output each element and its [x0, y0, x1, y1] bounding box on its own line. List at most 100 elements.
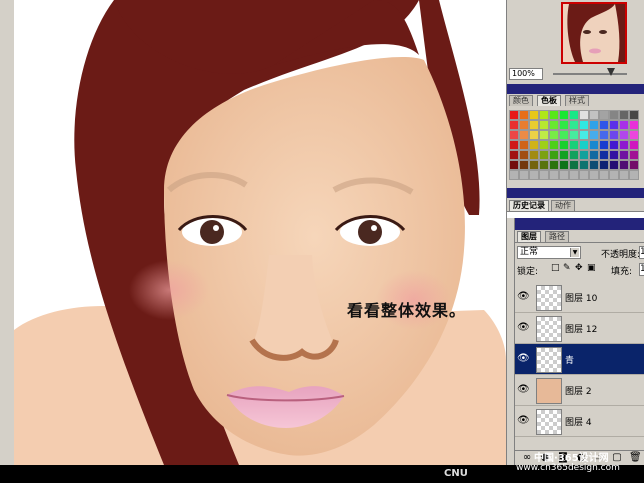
color-swatch[interactable] — [619, 120, 629, 130]
color-swatch[interactable] — [559, 140, 569, 150]
artboard[interactable]: 看看整体效果。 — [14, 0, 506, 465]
color-swatch[interactable] — [519, 160, 529, 170]
tab-styles[interactable]: 样式 — [565, 95, 589, 106]
color-swatch[interactable] — [579, 120, 589, 130]
color-swatch[interactable] — [509, 170, 519, 180]
color-swatch[interactable] — [539, 150, 549, 160]
color-swatch[interactable] — [569, 140, 579, 150]
color-swatch[interactable] — [569, 170, 579, 180]
eye-icon[interactable]: 👁 — [517, 415, 530, 426]
color-swatch[interactable] — [539, 170, 549, 180]
color-swatch[interactable] — [559, 130, 569, 140]
color-swatch[interactable] — [579, 110, 589, 120]
eye-icon[interactable]: 👁 — [517, 291, 530, 302]
color-swatch[interactable] — [539, 110, 549, 120]
color-swatch[interactable] — [589, 150, 599, 160]
color-swatch[interactable] — [539, 160, 549, 170]
color-swatch[interactable] — [589, 140, 599, 150]
color-swatch[interactable] — [599, 170, 609, 180]
color-swatch[interactable] — [589, 170, 599, 180]
color-swatch[interactable] — [609, 140, 619, 150]
color-swatch[interactable] — [589, 120, 599, 130]
color-swatch[interactable] — [529, 150, 539, 160]
layers-panel-title[interactable] — [515, 218, 644, 230]
navigator-thumbnail[interactable] — [561, 2, 627, 64]
lock-brush-icon[interactable]: ✎ — [563, 264, 571, 273]
tab-paths[interactable]: 路径 — [545, 231, 569, 242]
color-swatch[interactable] — [619, 170, 629, 180]
document-canvas-area[interactable]: 看看整体效果。 — [0, 0, 506, 465]
color-swatch[interactable] — [549, 170, 559, 180]
color-swatch[interactable] — [529, 110, 539, 120]
layer-row[interactable]: 👁 图层 4 — [515, 406, 644, 437]
color-swatch[interactable] — [529, 160, 539, 170]
trash-icon[interactable]: 🗑 — [629, 452, 642, 464]
color-swatch[interactable] — [549, 160, 559, 170]
color-swatch[interactable] — [519, 170, 529, 180]
chevron-down-icon[interactable]: ▼ — [570, 248, 579, 257]
color-swatch[interactable] — [569, 130, 579, 140]
color-swatch[interactable] — [549, 140, 559, 150]
color-swatch[interactable] — [609, 110, 619, 120]
color-swatch[interactable] — [529, 170, 539, 180]
tab-history[interactable]: 历史记录 — [509, 200, 549, 211]
layer-row-selected[interactable]: 👁 青 — [515, 344, 644, 375]
color-swatch[interactable] — [509, 130, 519, 140]
color-swatch[interactable] — [569, 110, 579, 120]
color-swatch[interactable] — [589, 160, 599, 170]
tab-color[interactable]: 颜色 — [509, 95, 533, 106]
color-swatch[interactable] — [569, 160, 579, 170]
color-swatch[interactable] — [549, 150, 559, 160]
history-panel-title[interactable] — [507, 188, 644, 198]
tab-swatches[interactable]: 色板 — [537, 95, 561, 106]
layer-row[interactable]: 👁 图层 2 — [515, 375, 644, 406]
color-swatch[interactable] — [559, 170, 569, 180]
lock-move-icon[interactable]: ✥ — [575, 264, 583, 273]
color-swatch[interactable] — [619, 110, 629, 120]
color-swatch[interactable] — [609, 150, 619, 160]
color-swatch[interactable] — [609, 160, 619, 170]
color-swatch[interactable] — [559, 120, 569, 130]
color-swatch[interactable] — [599, 130, 609, 140]
color-swatch[interactable] — [619, 140, 629, 150]
layer-row[interactable]: 👁 图层 10 — [515, 282, 644, 313]
zoom-field[interactable]: 100% — [509, 68, 543, 80]
color-swatch[interactable] — [599, 110, 609, 120]
color-swatch[interactable] — [529, 120, 539, 130]
color-swatch[interactable] — [519, 120, 529, 130]
color-swatch[interactable] — [599, 140, 609, 150]
color-swatch[interactable] — [509, 160, 519, 170]
color-swatch[interactable] — [509, 120, 519, 130]
color-swatch[interactable] — [559, 150, 569, 160]
color-swatch[interactable] — [609, 120, 619, 130]
color-swatch[interactable] — [539, 130, 549, 140]
color-swatch[interactable] — [579, 170, 589, 180]
color-swatch[interactable] — [519, 110, 529, 120]
color-swatch[interactable] — [629, 160, 639, 170]
color-swatch[interactable] — [599, 120, 609, 130]
tab-actions[interactable]: 动作 — [551, 200, 575, 211]
eye-icon[interactable]: 👁 — [517, 322, 530, 333]
color-swatch[interactable] — [629, 150, 639, 160]
color-swatch[interactable] — [579, 150, 589, 160]
color-swatch[interactable] — [619, 130, 629, 140]
color-swatch[interactable] — [619, 160, 629, 170]
eye-icon[interactable]: 👁 — [517, 353, 530, 364]
color-swatch[interactable] — [559, 160, 569, 170]
color-swatch[interactable] — [539, 140, 549, 150]
color-swatch[interactable] — [539, 120, 549, 130]
color-swatch[interactable] — [579, 140, 589, 150]
eye-icon[interactable]: 👁 — [517, 384, 530, 395]
zoom-slider[interactable] — [553, 73, 627, 75]
color-swatch[interactable] — [549, 130, 559, 140]
color-swatch[interactable] — [629, 170, 639, 180]
color-swatch[interactable] — [519, 140, 529, 150]
opacity-field[interactable]: 10 — [639, 246, 644, 259]
color-swatch[interactable] — [509, 110, 519, 120]
color-swatch[interactable] — [529, 140, 539, 150]
color-swatch[interactable] — [629, 110, 639, 120]
color-swatch[interactable] — [629, 120, 639, 130]
fill-field[interactable]: 1 — [639, 263, 644, 276]
color-swatch[interactable] — [609, 170, 619, 180]
color-swatch[interactable] — [579, 160, 589, 170]
